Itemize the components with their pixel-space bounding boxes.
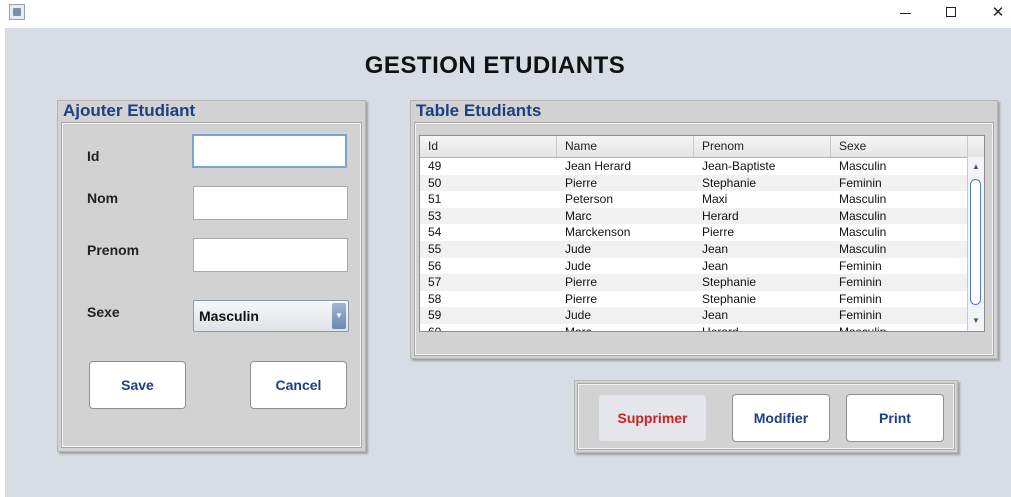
column-header-name[interactable]: Name (557, 136, 694, 157)
delete-button[interactable]: Supprimer (598, 394, 707, 442)
table-row[interactable]: 53 Marc Herard Masculin (420, 207, 968, 225)
cell-name: Jude (565, 308, 592, 323)
cell-id: 51 (428, 192, 442, 207)
close-button[interactable]: ✕ (975, 0, 1011, 27)
cell-id: 56 (428, 258, 442, 273)
cell-sexe: Feminin (839, 275, 882, 290)
table-row[interactable]: 60 Marc Herard Masculin (420, 324, 968, 331)
table-corner (968, 136, 984, 158)
cell-name: Marckenson (565, 225, 631, 240)
cell-name: Peterson (565, 192, 614, 207)
table-row[interactable]: 50 Pierre Stephanie Feminin (420, 174, 968, 192)
cell-prenom: Jean-Baptiste (702, 159, 776, 173)
cell-name: Pierre (565, 291, 598, 306)
maximize-icon (946, 7, 956, 17)
cell-id: 59 (428, 308, 442, 323)
cell-id: 57 (428, 275, 442, 290)
add-student-panel-title: Ajouter Etudiant (63, 101, 196, 120)
cell-id: 49 (428, 159, 442, 173)
table-row[interactable]: 51 Peterson Maxi Masculin (420, 191, 968, 208)
cell-name: Jean Herard (565, 159, 632, 173)
cell-name: Pierre (565, 275, 598, 290)
cell-sexe: Masculin (839, 225, 887, 240)
cell-prenom: Herard (694, 324, 739, 331)
maximize-button[interactable] (929, 0, 975, 27)
table-row[interactable]: 56 Jude Jean Feminin (420, 258, 968, 275)
scrollbar-thumb[interactable] (970, 179, 981, 305)
cell-name: Pierre (565, 175, 598, 190)
table-header: Id Name Prenom Sexe (420, 136, 968, 158)
scroll-up-icon[interactable]: ▲ (968, 159, 984, 175)
cell-prenom: Stephanie (702, 291, 757, 306)
cell-prenom: Stephanie (702, 275, 757, 290)
cell-prenom: Stephanie (702, 175, 757, 190)
vertical-scrollbar[interactable]: ▲ ▼ (967, 157, 984, 331)
modify-button[interactable]: Modifier (732, 394, 830, 442)
table-body: 49 Jean Herard Jean-Baptiste Masculin 50 Pier… (420, 158, 968, 331)
cell-prenom: Maxi (702, 192, 728, 207)
cell-id: 55 (428, 242, 442, 256)
cell-sexe: Masculin (831, 324, 886, 331)
cell-id: 58 (428, 291, 442, 306)
cell-id: 54 (428, 225, 442, 240)
cell-prenom: Jean (702, 258, 729, 273)
prenom-label: Prenom (87, 242, 140, 258)
close-icon: ✕ (991, 3, 1005, 21)
table-row[interactable]: 55 Jude Jean Masculin (420, 241, 968, 258)
table-row[interactable]: 57 Pierre Stephanie Feminin (420, 274, 968, 291)
cell-prenom: Jean (702, 242, 729, 256)
table-row[interactable]: 54 Marckenson Pierre Masculin (420, 224, 968, 241)
java-app-icon (9, 4, 25, 20)
cell-sexe: Masculin (839, 242, 887, 256)
cell-sexe: Feminin (839, 291, 882, 306)
table-row[interactable]: 59 Jude Jean Feminin (420, 307, 968, 324)
cell-sexe: Masculin (839, 208, 887, 223)
cell-id: 60 (420, 324, 441, 331)
scroll-down-icon[interactable]: ▼ (968, 313, 984, 329)
cell-name: Marc (557, 324, 592, 331)
window-title-bar: ✕ (0, 0, 1011, 27)
cell-prenom: Jean (702, 308, 729, 323)
id-field[interactable] (192, 134, 347, 168)
minimize-icon (900, 13, 911, 14)
student-table-panel-title: Table Etudiants (416, 101, 542, 120)
sexe-select[interactable]: Masculin ▼ (193, 300, 349, 332)
id-label: Id (87, 148, 100, 164)
cell-prenom: Herard (702, 208, 739, 223)
page-title: GESTION ETUDIANTS (364, 52, 626, 79)
cell-sexe: Masculin (839, 192, 887, 207)
cancel-button[interactable]: Cancel (250, 361, 347, 409)
table-row[interactable]: 58 Pierre Stephanie Feminin (420, 291, 968, 308)
actions-panel: Supprimer Modifier Print (574, 380, 958, 453)
table-row[interactable]: 49 Jean Herard Jean-Baptiste Masculin (420, 158, 968, 175)
add-student-panel: Ajouter Etudiant Id Nom Prenom Sexe Masc… (57, 100, 366, 452)
cell-sexe: Feminin (839, 258, 882, 273)
cell-prenom: Pierre (702, 225, 735, 240)
students-table[interactable]: Id Name Prenom Sexe 49 Jean Herard Jean-Ba… (419, 135, 985, 332)
nom-field[interactable] (193, 186, 348, 220)
sexe-label: Sexe (87, 304, 120, 320)
prenom-field[interactable] (193, 238, 348, 272)
cell-sexe: Feminin (839, 175, 882, 190)
cell-name: Jude (565, 258, 592, 273)
column-header-prenom[interactable]: Prenom (694, 136, 831, 157)
column-header-sexe[interactable]: Sexe (831, 136, 968, 157)
cell-name: Jude (565, 242, 592, 256)
minimize-button[interactable] (883, 0, 929, 27)
cell-id: 50 (428, 175, 442, 190)
cell-sexe: Feminin (839, 308, 882, 323)
chevron-down-icon[interactable]: ▼ (332, 303, 346, 329)
cell-sexe: Masculin (839, 159, 887, 173)
cell-name: Marc (565, 208, 592, 223)
nom-label: Nom (87, 190, 119, 206)
print-button[interactable]: Print (846, 394, 944, 442)
sexe-select-value: Masculin (199, 308, 259, 324)
save-button[interactable]: Save (89, 361, 186, 409)
cell-id: 53 (428, 208, 442, 223)
column-header-id[interactable]: Id (420, 136, 557, 157)
